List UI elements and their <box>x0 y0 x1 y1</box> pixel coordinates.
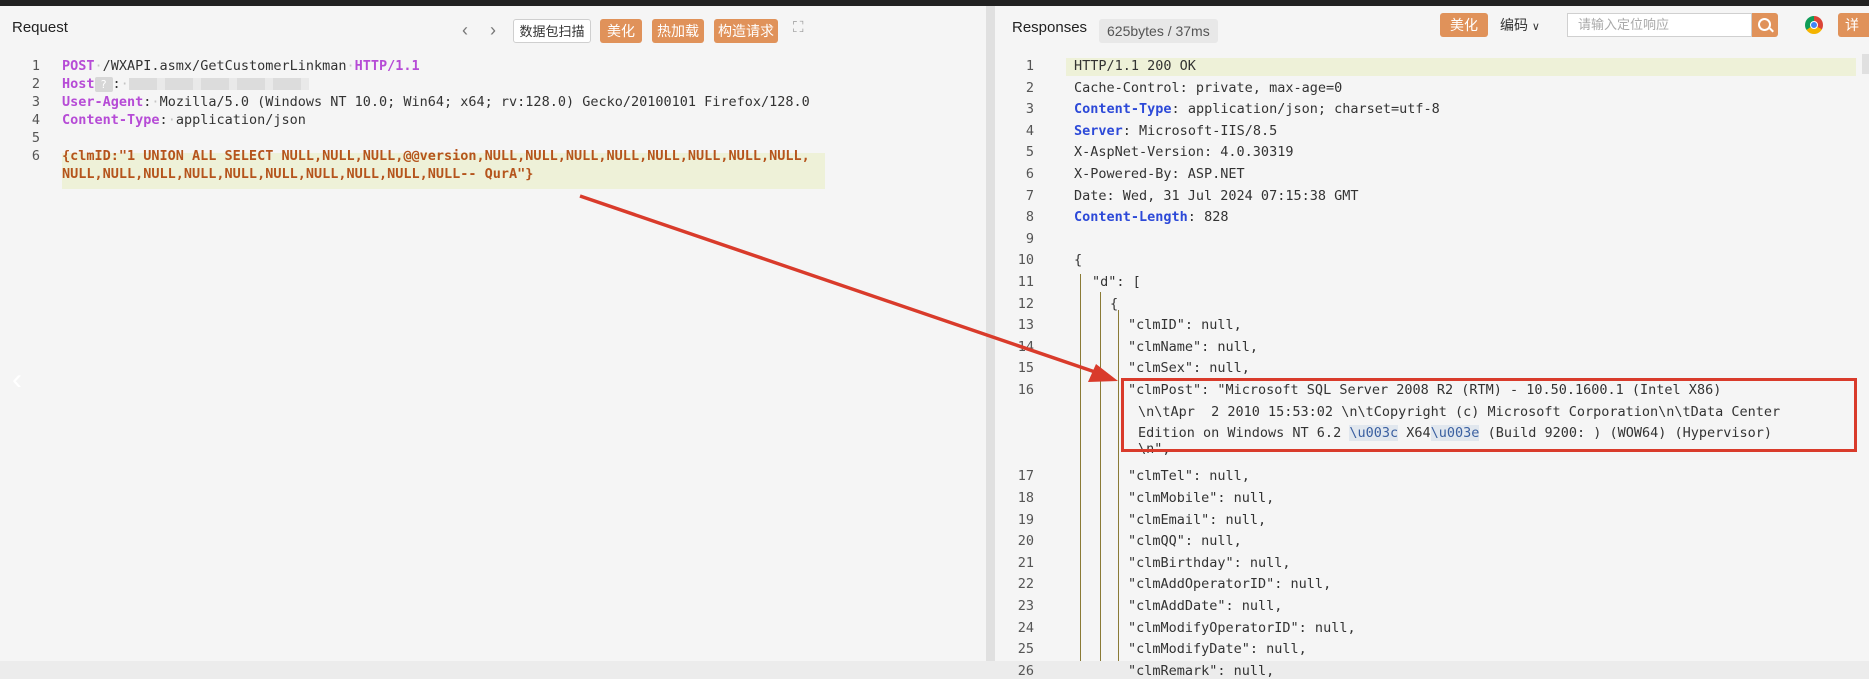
response-line: "clmRemark": null, <box>1128 662 1275 679</box>
line-number: 26 <box>1017 662 1034 679</box>
arrow-annotation <box>579 194 1118 382</box>
